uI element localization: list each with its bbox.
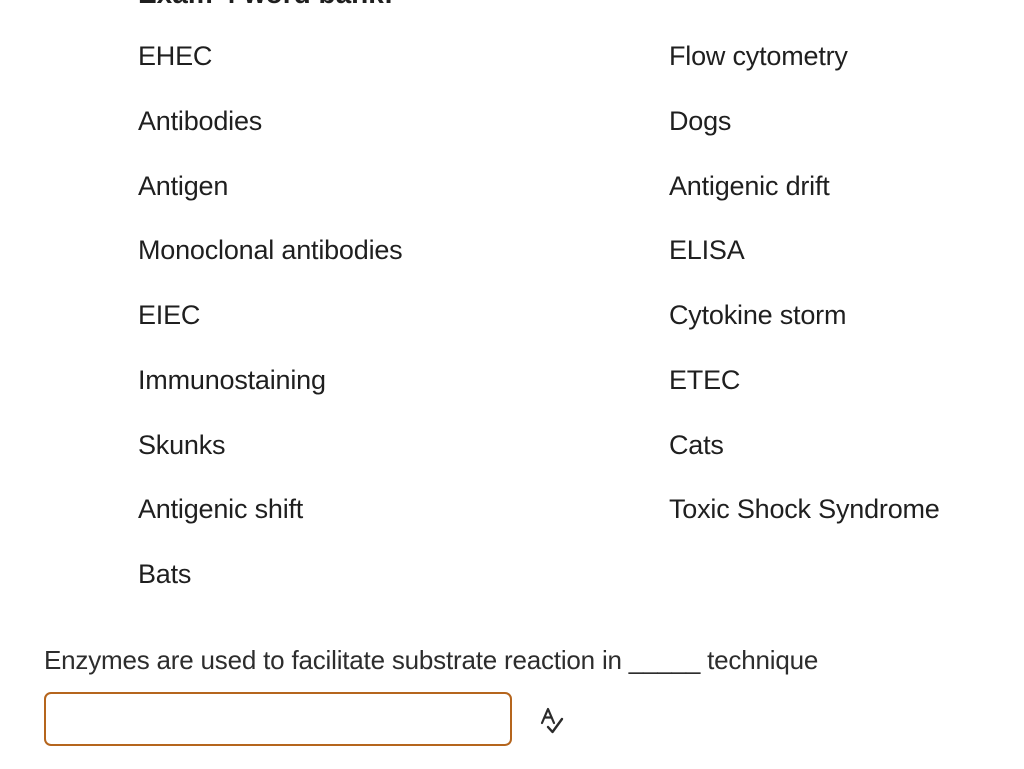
word-bank-item: Antigenic shift [138, 494, 304, 525]
word-bank-heading: Exam 4 word bank: [138, 0, 393, 10]
word-bank-item: Immunostaining [138, 364, 326, 395]
word-bank-item: ETEC [669, 364, 741, 395]
word-bank-left-column: EHEC Antibodies Antigen Monoclonal antib… [138, 36, 403, 619]
word-bank-item: Skunks [138, 429, 226, 460]
word-bank-item: Dogs [669, 105, 732, 136]
word-bank-item: Antibodies [138, 105, 263, 136]
word-bank-item: ELISA [669, 235, 745, 266]
answer-input[interactable] [44, 692, 512, 746]
word-bank-item: Cytokine storm [669, 300, 847, 330]
spellcheck-icon-glyph [540, 707, 564, 734]
word-bank-item: EIEC [138, 300, 201, 330]
word-bank-item: Flow cytometry [669, 41, 848, 71]
spellcheck-icon[interactable] [537, 706, 567, 736]
word-bank-item: Monoclonal antibodies [138, 235, 403, 266]
word-bank-item: Bats [138, 559, 192, 589]
word-bank-item: Toxic Shock Syndrome [669, 494, 940, 525]
word-bank-item: Antigenic drift [669, 170, 830, 201]
word-bank-item: EHEC [138, 41, 213, 71]
word-bank-right-column: Flow cytometry Dogs Antigenic drift ELIS… [669, 36, 940, 554]
question-page: Exam 4 word bank: EHEC Antibodies Antige… [0, 0, 1024, 769]
question-prompt: Enzymes are used to facilitate substrate… [44, 645, 819, 675]
word-bank-item: Antigen [138, 170, 229, 201]
word-bank-item: Cats [669, 429, 724, 460]
